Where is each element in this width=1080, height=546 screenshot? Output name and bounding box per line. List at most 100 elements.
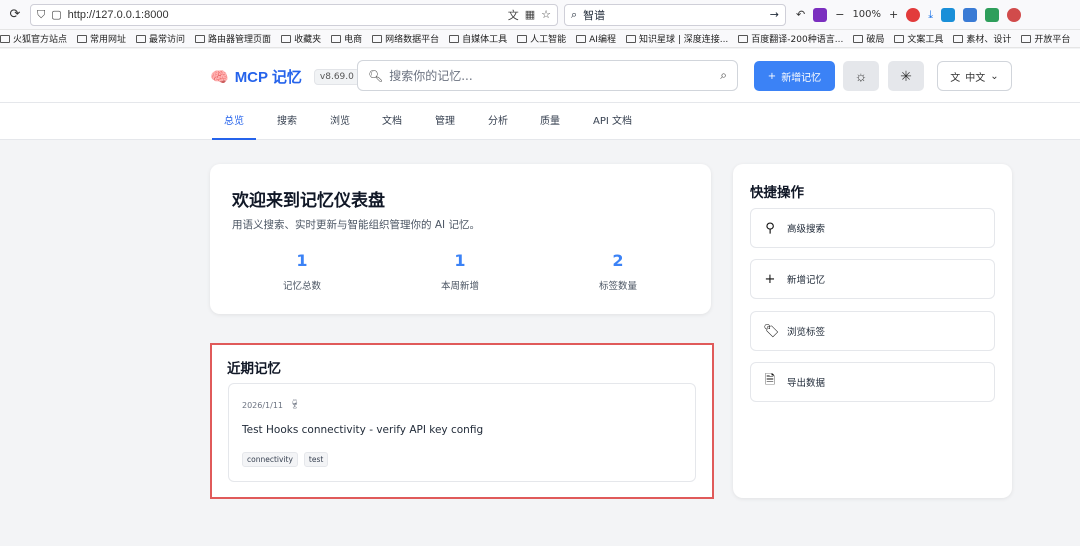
bookmark-item[interactable]: 人工智能 [517, 32, 566, 45]
asterisk-icon: ✳ [900, 67, 912, 84]
zoom-out-icon[interactable]: − [835, 8, 844, 21]
bookmark-item[interactable]: 火狐官方站点 [0, 32, 67, 45]
profile-icon[interactable] [1007, 7, 1022, 22]
extension-icon[interactable] [963, 7, 978, 22]
zoom-level[interactable]: 100% [852, 9, 881, 20]
quick-action-label: 新增记忆 [787, 275, 826, 286]
bookmark-item[interactable]: 最常访问 [136, 32, 185, 45]
quick-actions-title: 快捷操作 [750, 185, 804, 201]
folder-icon [1021, 34, 1032, 43]
bookmark-label: 最常访问 [149, 35, 186, 45]
bookmark-label: AI编程 [589, 35, 616, 45]
bookmark-label: 电商 [344, 35, 363, 45]
memory-search-input[interactable] [389, 68, 715, 83]
app-header: 🧠 MCP 记忆 v8.69.0 🔍︎ ⌕ + 新增记忆 ☼ ✳ 文 中文 ⌄ [0, 49, 1080, 103]
back-arrow-icon[interactable]: ↶ [796, 8, 805, 21]
folder-icon [372, 34, 383, 43]
plus-icon: + [767, 70, 777, 82]
bookmarks-bar: 火狐官方站点 常用网址 最常访问 路由器管理页面 收藏夹 电商 网络数据平台 自媒体工具 人工智… [0, 30, 1080, 48]
recent-memories-section: 近期记忆 2026/1/11 🍷︎ Test Hooks connectivit… [210, 343, 714, 499]
bookmark-item[interactable]: AI编程 [576, 32, 616, 45]
bookmark-item[interactable]: 开放平台 [1021, 32, 1070, 45]
tab-api-docs[interactable]: API 文档 [593, 103, 632, 140]
download-icon[interactable]: ⤓ [928, 8, 933, 22]
address-bar[interactable]: ⛉ ▢ http://127.0.0.1:8000 文 ▦ ☆ [30, 3, 558, 26]
search-icon: ⌕ [571, 7, 578, 21]
translate-icon[interactable]: 文 [508, 7, 519, 23]
stat-value: 1 [454, 251, 466, 270]
tag-chip[interactable]: connectivity [242, 452, 298, 467]
bookmark-label: 火狐官方站点 [13, 35, 68, 45]
memory-date-row: 2026/1/11 🍷︎ [242, 400, 300, 410]
folder-icon [738, 34, 749, 43]
bookmark-item[interactable]: 知识星球 | 深度连接... [625, 32, 729, 45]
qr-icon[interactable]: ▦ [525, 8, 535, 21]
quick-action-label: 导出数据 [787, 378, 826, 389]
tab-browse[interactable]: 浏览 [330, 103, 350, 140]
url-text[interactable]: http://127.0.0.1:8000 [68, 9, 502, 21]
sync-icon[interactable] [941, 7, 956, 22]
export-data-button[interactable]: 🗎 导出数据 [750, 362, 995, 402]
bookmark-label: 收藏夹 [294, 35, 322, 45]
memory-search-box[interactable]: 🔍︎ ⌕ [357, 60, 738, 91]
search-submit-icon[interactable]: ⌕ [720, 68, 727, 83]
welcome-title: 欢迎来到记忆仪表盘 [232, 191, 385, 211]
welcome-subtitle: 用语义搜索、实时更新与智能组织管理你的 AI 记忆。 [232, 219, 480, 231]
recent-title: 近期记忆 [227, 361, 281, 377]
folder-icon [953, 34, 964, 43]
folder-icon [576, 34, 587, 43]
go-arrow-icon[interactable]: → [770, 8, 779, 21]
browser-search-bar[interactable]: ⌕ 智谱 → [564, 3, 786, 26]
tab-docs[interactable]: 文档 [382, 103, 402, 140]
brand[interactable]: 🧠 MCP 记忆 v8.69.0 [210, 66, 360, 87]
bookmark-item[interactable]: 素材、设计 [953, 32, 1011, 45]
stat-label: 记忆总数 [282, 281, 321, 292]
theme-toggle-button[interactable]: ☼ [843, 61, 879, 91]
onenote-icon[interactable] [813, 7, 828, 22]
language-label: 中文 [965, 72, 986, 84]
reload-icon[interactable]: ⟳ [6, 6, 24, 24]
bookmark-item[interactable]: 收藏夹 [281, 32, 321, 45]
browse-tags-button[interactable]: 🏷︎ 浏览标签 [750, 311, 995, 351]
bookmark-item[interactable]: 文案工具 [894, 32, 943, 45]
tab-search[interactable]: 搜索 [277, 103, 297, 140]
bookmark-item[interactable]: 自媒体工具 [449, 32, 507, 45]
bookmark-label: 破局 [866, 35, 885, 45]
zoom-in-icon[interactable]: + [889, 8, 898, 21]
bookmark-star-icon[interactable]: ☆ [541, 8, 551, 21]
add-memory-button[interactable]: + 新增记忆 [750, 259, 995, 299]
bookmark-item[interactable]: 常用网址 [77, 32, 126, 45]
bookmark-item[interactable]: 破局 [853, 32, 884, 45]
stat-value: 1 [296, 251, 308, 270]
memory-card[interactable]: 2026/1/11 🍷︎ Test Hooks connectivity - v… [228, 383, 696, 482]
advanced-search-button[interactable]: ⚲ 高级搜索 [750, 208, 995, 248]
bookmark-item[interactable]: 路由器管理页面 [195, 32, 271, 45]
wine-glass-icon: 🍷︎ [289, 400, 301, 410]
stat-value: 2 [612, 251, 624, 270]
folder-icon [449, 34, 460, 43]
brand-name: MCP 记忆 [234, 69, 302, 86]
bookmark-item[interactable]: 电商 [331, 32, 362, 45]
bookmark-label: 自媒体工具 [462, 35, 508, 45]
search-icon: 🔍︎ [368, 68, 384, 83]
new-memory-button[interactable]: + 新增记忆 [754, 61, 835, 91]
version-badge: v8.69.0 [313, 68, 360, 85]
shield-icon[interactable]: ⛉ [37, 8, 45, 22]
main-nav: 总览 搜索 浏览 文档 管理 分析 质量 API 文档 [0, 103, 1080, 140]
tab-manage[interactable]: 管理 [435, 103, 455, 140]
note-icon[interactable] [985, 7, 1000, 22]
settings-button[interactable]: ✳ [888, 61, 924, 91]
bookmark-label: 知识星球 | 深度连接... [638, 35, 729, 45]
adblock-icon[interactable] [906, 7, 921, 22]
tag-chip[interactable]: test [303, 452, 329, 467]
language-select[interactable]: 文 中文 ⌄ [937, 61, 1012, 91]
bookmark-item[interactable]: 百度翻译-200种语言... [738, 32, 843, 45]
sun-icon: ☼ [854, 68, 868, 84]
bookmark-label: 开放平台 [1034, 35, 1071, 45]
tab-quality[interactable]: 质量 [540, 103, 560, 140]
tag-icon: 🏷︎ [763, 323, 780, 339]
tab-overview[interactable]: 总览 [212, 103, 256, 140]
tab-analytics[interactable]: 分析 [488, 103, 508, 140]
browser-search-value[interactable]: 智谱 [583, 7, 764, 23]
bookmark-item[interactable]: 网络数据平台 [372, 32, 439, 45]
